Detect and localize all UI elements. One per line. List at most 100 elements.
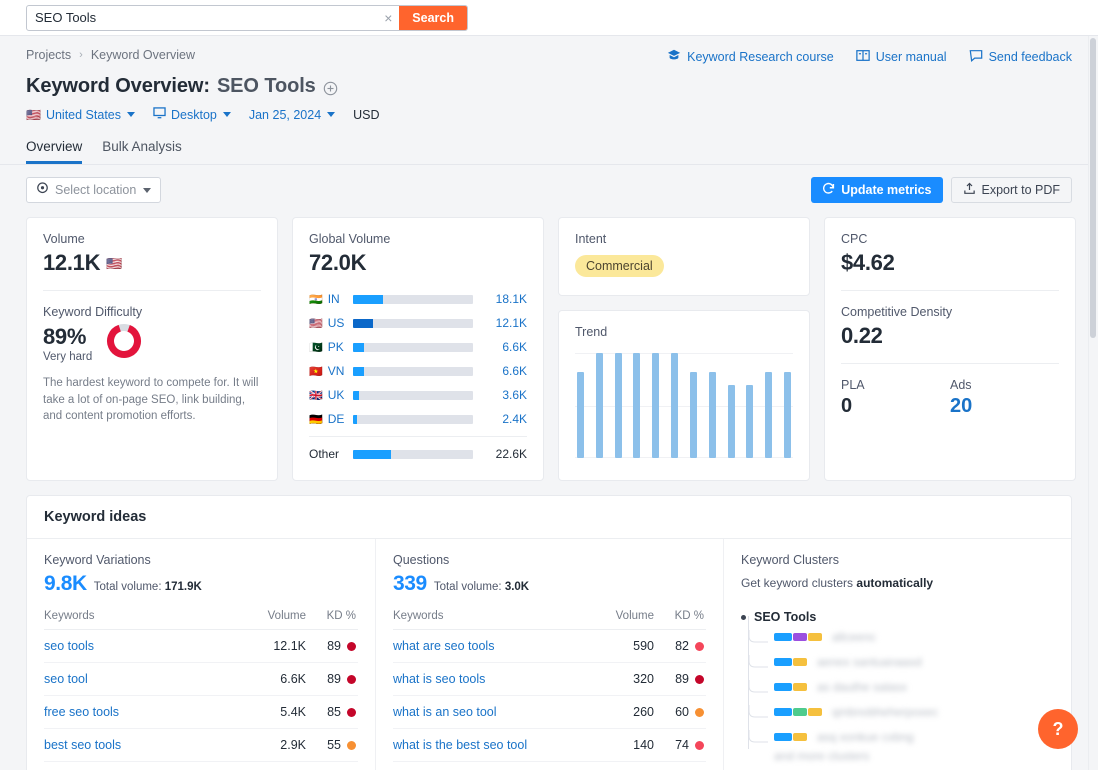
- volume-bar-fill: [353, 294, 383, 304]
- export-pdf-button[interactable]: Export to PDF: [950, 177, 1072, 203]
- device-selector[interactable]: Desktop: [153, 107, 231, 122]
- volume-cell: 12.1K: [250, 629, 306, 663]
- graduation-cap-icon: [667, 48, 681, 65]
- page-scrollbar[interactable]: [1088, 36, 1098, 770]
- keyword-variations-total: Total volume: 171.9K: [94, 581, 202, 593]
- global-volume-row: 🇺🇸 US 12.1K: [309, 311, 527, 335]
- cpc-card: CPC $4.62 Competitive Density 0.22 PLA 0…: [824, 217, 1076, 481]
- keyword-link[interactable]: what is the best seo tool: [393, 738, 527, 752]
- bullet-icon: [741, 614, 746, 620]
- cluster-chips: [774, 657, 807, 666]
- cluster-item[interactable]: qmbnobheherpoxec: [748, 699, 1054, 724]
- help-button[interactable]: ?: [1038, 709, 1078, 749]
- ads-value[interactable]: 20: [950, 395, 1059, 418]
- scrollbar-thumb[interactable]: [1090, 38, 1096, 338]
- cluster-label: as dauthe salasx: [817, 679, 908, 694]
- select-location-dropdown[interactable]: Select location: [26, 177, 162, 203]
- filters-toolbar: Select location Update metrics Export to…: [0, 165, 1098, 203]
- keyword-link[interactable]: best seo tools: [44, 738, 121, 752]
- cluster-item[interactable]: allceenc: [748, 624, 1054, 649]
- country-flag-icon: 🇩🇪: [309, 413, 323, 426]
- tab-bulk-analysis[interactable]: Bulk Analysis: [102, 139, 182, 164]
- country-code[interactable]: IN: [328, 292, 340, 306]
- clear-search-icon[interactable]: ×: [377, 6, 399, 30]
- search-button[interactable]: Search: [399, 5, 467, 30]
- questions-total: Total volume: 3.0K: [434, 581, 529, 593]
- country-code[interactable]: US: [328, 316, 345, 330]
- link-send-feedback[interactable]: Send feedback: [969, 49, 1072, 65]
- intent-card: Intent Commercial: [558, 217, 810, 296]
- keyword-link[interactable]: what are seo tools: [393, 639, 494, 653]
- breadcrumb-projects[interactable]: Projects: [26, 48, 71, 62]
- link-keyword-research-course[interactable]: Keyword Research course: [667, 48, 834, 65]
- map-pin-icon: [36, 182, 49, 198]
- volume-cell: 320: [598, 662, 654, 696]
- keyword-difficulty-level: Very hard: [43, 351, 93, 363]
- col-volume: Volume: [598, 610, 654, 630]
- kd-cell: 89: [654, 662, 706, 696]
- keyword-link[interactable]: free seo tools: [44, 705, 119, 719]
- search-input[interactable]: [27, 5, 378, 30]
- cluster-chip: [808, 632, 822, 641]
- card-divider: [841, 363, 1059, 364]
- header-links: Keyword Research course User manual Send…: [667, 48, 1072, 65]
- keyword-variations-table: Keywords Volume KD % seo tools 12.1K 89 seo…: [44, 610, 358, 770]
- table-row: what are the best seo tools7073: [393, 761, 706, 770]
- trend-card: Trend: [558, 310, 810, 481]
- intent-label: Intent: [575, 232, 607, 246]
- keyword-link[interactable]: what is an seo tool: [393, 705, 497, 719]
- cluster-chip: [774, 732, 792, 741]
- cluster-more-label: and more clusters: [774, 749, 870, 763]
- volume-bar-fill: [353, 449, 392, 459]
- cluster-item[interactable]: aenex santuanaaxd: [748, 649, 1054, 674]
- country-volume-value: 6.6K: [502, 364, 527, 378]
- keyword-cell: best seo tools: [44, 728, 250, 762]
- clusters-note-strong[interactable]: automatically: [856, 576, 933, 590]
- country-flag-icon: 🇺🇸: [309, 317, 323, 330]
- questions-section: Questions 339 Total volume: 3.0K Keyword…: [375, 539, 723, 770]
- table-row: free seo tools 5.4K 85: [44, 695, 358, 729]
- volume-value-row: 12.1K 🇺🇸: [43, 250, 261, 276]
- country-code[interactable]: VN: [328, 364, 345, 378]
- col-volume: Volume: [250, 610, 306, 630]
- country-cell: 🇮🇳 IN: [309, 292, 353, 306]
- link-user-manual[interactable]: User manual: [855, 49, 947, 65]
- trend-bar: [595, 353, 603, 458]
- trend-bar: [765, 371, 773, 458]
- country-selector[interactable]: 🇺🇸 United States: [26, 108, 135, 122]
- keyword-link[interactable]: seo tool: [44, 672, 88, 686]
- kd-cell: 73: [654, 761, 706, 770]
- country-code[interactable]: UK: [328, 388, 345, 402]
- table-row: seo tools 12.1K 89: [44, 629, 358, 663]
- table-row: seo optimization tools2.4K86: [44, 761, 358, 770]
- keyword-link[interactable]: seo tools: [44, 639, 94, 653]
- total-volume-value: 171.9K: [164, 581, 202, 593]
- keyword-difficulty-value: 89%: [43, 324, 87, 349]
- volume-cell: 5.4K: [250, 695, 306, 729]
- country-code[interactable]: PK: [328, 340, 344, 354]
- cluster-label: allceenc: [832, 629, 877, 644]
- tab-overview[interactable]: Overview: [26, 139, 83, 164]
- add-to-list-icon[interactable]: [323, 79, 338, 96]
- table-row: what is the best seo tool 140 74: [393, 728, 706, 762]
- date-selector[interactable]: Jan 25, 2024: [249, 108, 336, 122]
- tree-elbow-icon: [748, 679, 770, 694]
- kd-status-dot: [695, 740, 704, 750]
- breadcrumb-current[interactable]: Keyword Overview: [91, 48, 195, 62]
- keyword-cell: what is the best seo tool: [393, 728, 598, 762]
- cluster-item[interactable]: as dauthe salasx: [748, 674, 1054, 699]
- table-row: what are seo tools 590 82: [393, 629, 706, 663]
- volume-cell: 6.6K: [250, 662, 306, 696]
- kd-status-dot: [695, 641, 704, 651]
- page-title: Keyword Overview: SEO Tools: [26, 75, 1072, 98]
- keyword-link[interactable]: what is seo tools: [393, 672, 485, 686]
- col-keywords: Keywords: [44, 610, 250, 630]
- questions-count[interactable]: 339: [393, 572, 427, 596]
- cluster-item[interactable]: asq xonkue cxbng: [748, 724, 1054, 749]
- link-label: Send feedback: [988, 49, 1072, 64]
- update-metrics-button[interactable]: Update metrics: [811, 177, 943, 203]
- keyword-variations-count[interactable]: 9.8K: [44, 572, 87, 596]
- search-field-wrapper[interactable]: × Search: [26, 4, 468, 31]
- chevron-down-icon: [222, 112, 231, 117]
- country-code[interactable]: DE: [328, 412, 345, 426]
